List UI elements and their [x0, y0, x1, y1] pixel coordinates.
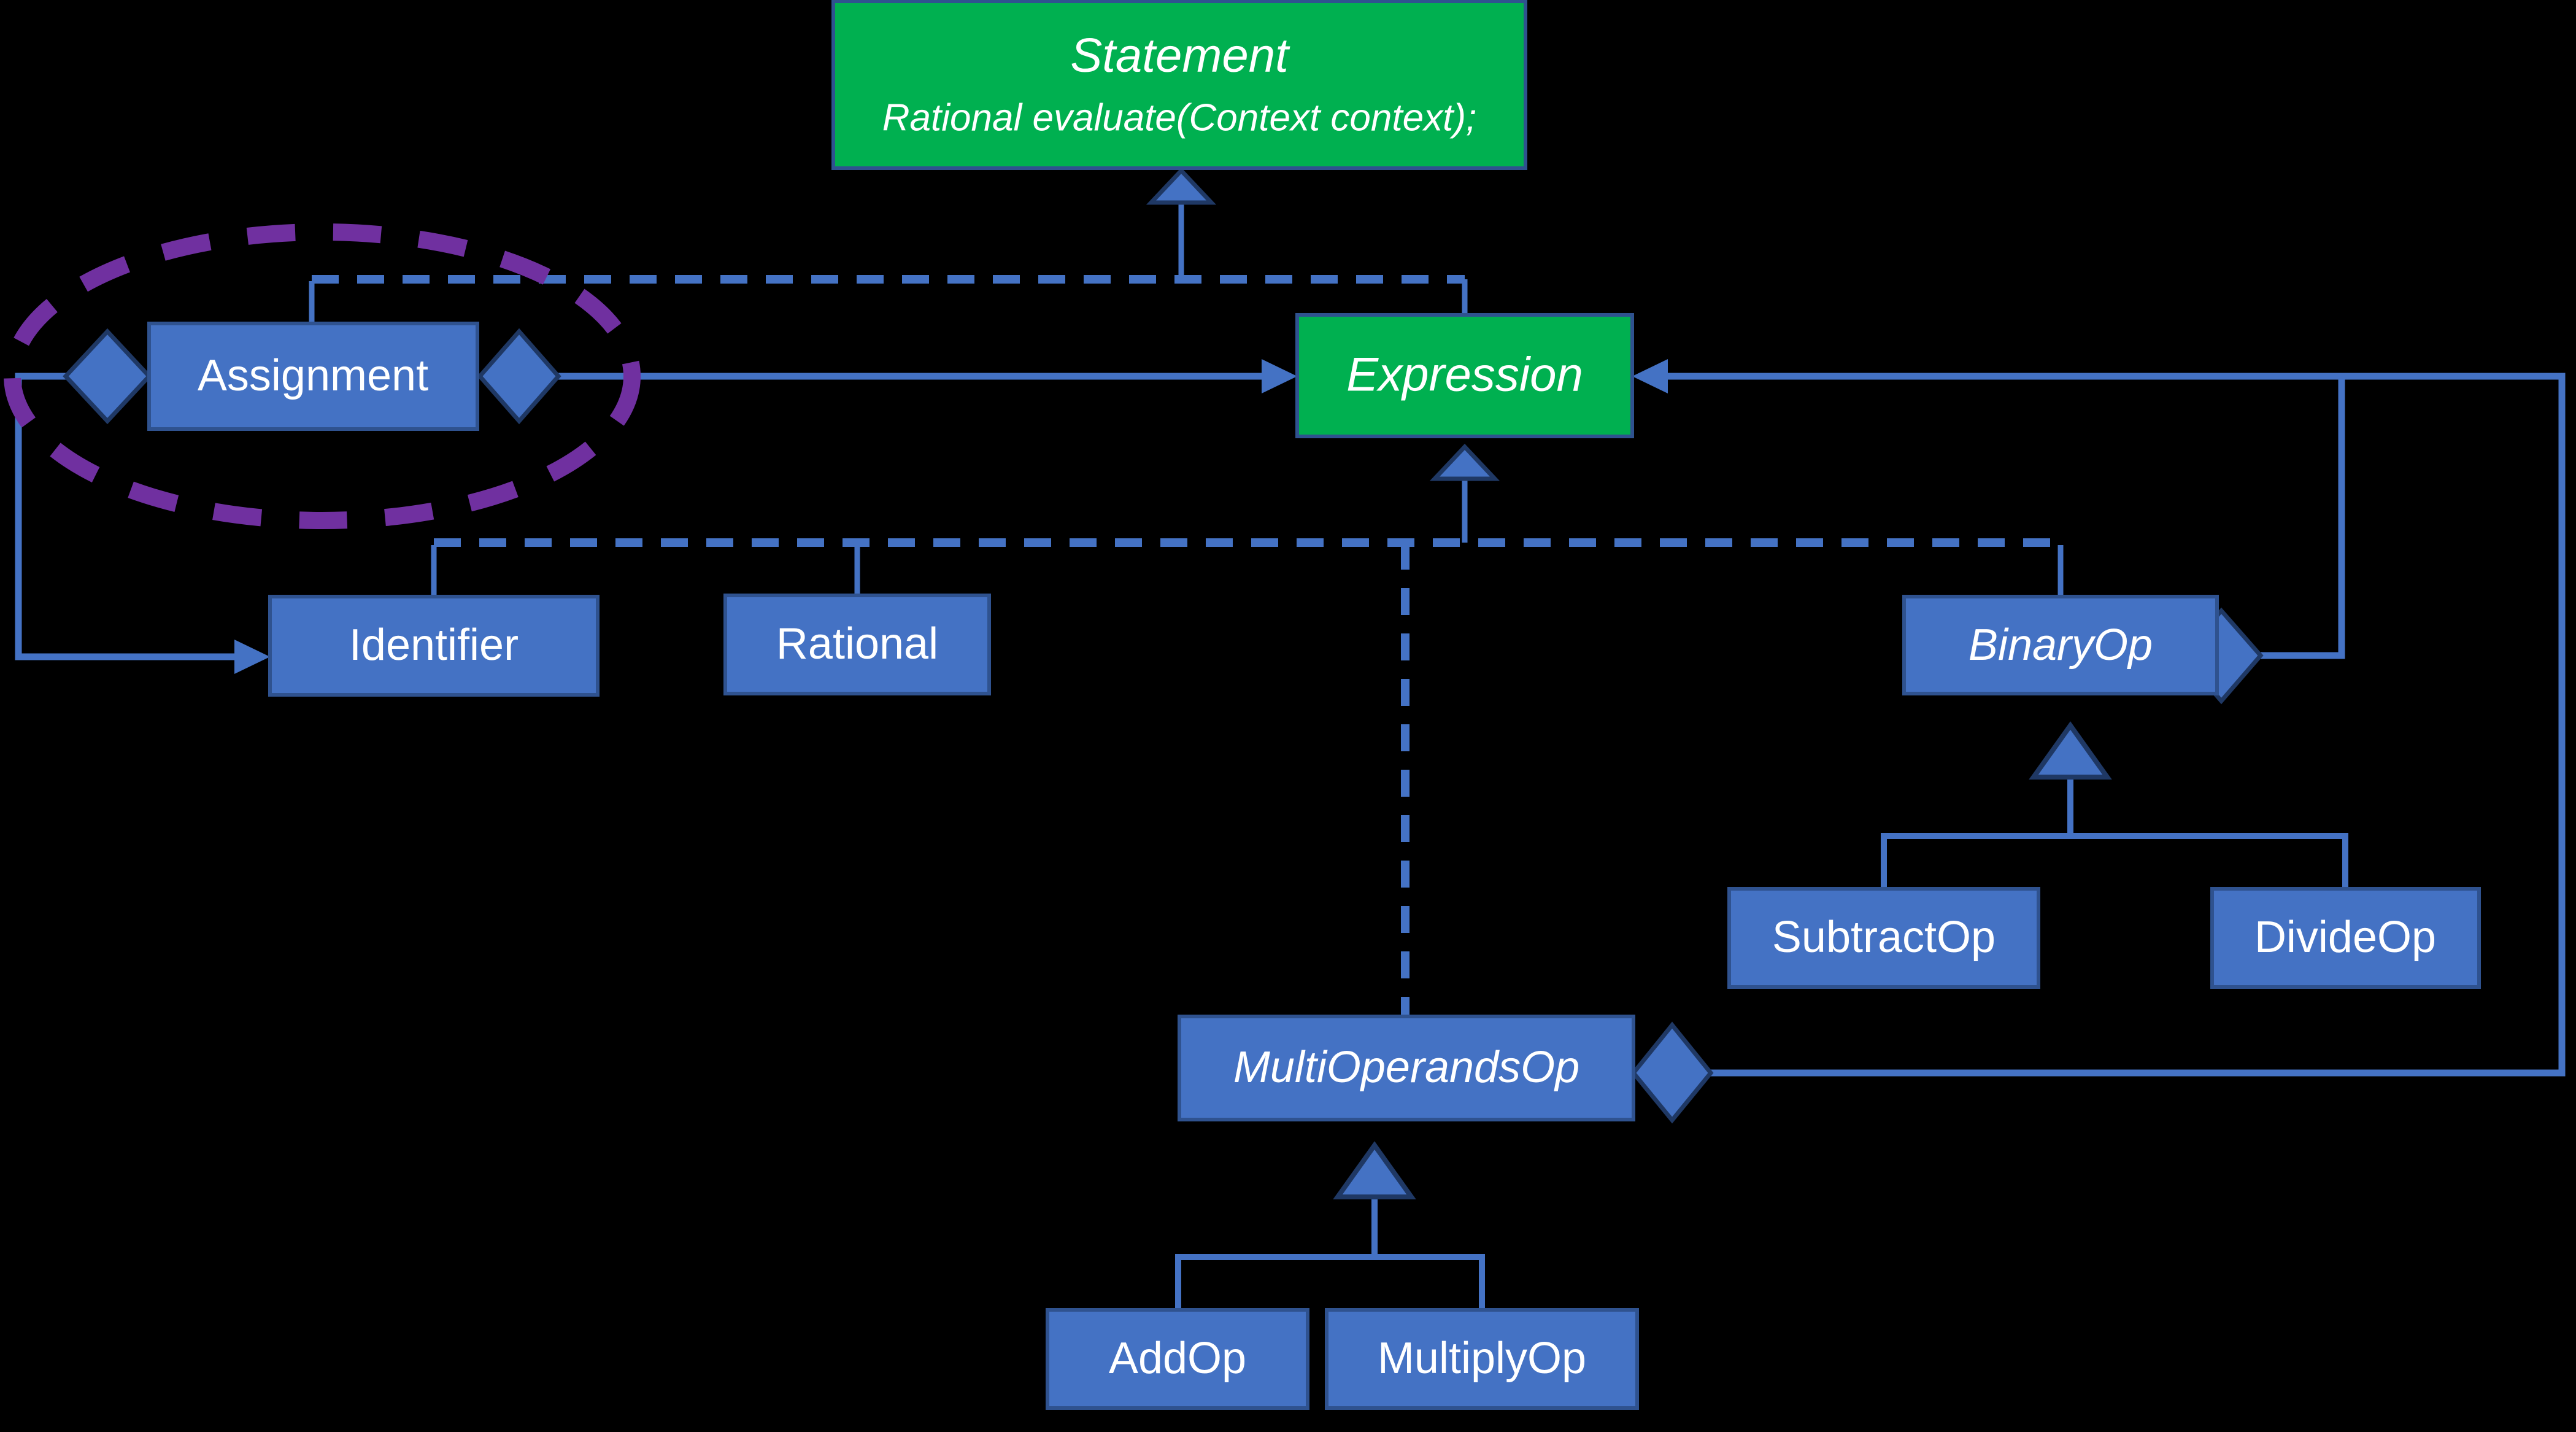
- generalization-arrow-binaryop: [2029, 721, 2112, 780]
- rel-realization-to-statement: [309, 167, 1468, 323]
- assignment-name: Assignment: [198, 351, 428, 400]
- class-box-multioperandsop[interactable]: MultiOperandsOp: [1178, 1015, 1635, 1121]
- class-box-subtractop[interactable]: SubtractOp: [1727, 887, 2040, 989]
- class-box-rational[interactable]: Rational: [723, 594, 991, 695]
- rel-generalization-multioperandsop: [1175, 1141, 1485, 1310]
- class-box-addop[interactable]: AddOp: [1046, 1308, 1309, 1410]
- association-arrowhead-expression-right: [1632, 359, 1668, 393]
- uml-class-diagram: Statement Rational evaluate(Context cont…: [0, 0, 2576, 1432]
- expression-name: Expression: [1346, 347, 1583, 401]
- class-box-multiplyop[interactable]: MultiplyOp: [1325, 1308, 1639, 1410]
- association-arrowhead-identifier: [234, 640, 270, 674]
- generalization-arrow-multioperandsop: [1333, 1141, 1416, 1199]
- association-arrowhead-expression-left: [1262, 359, 1297, 393]
- addop-name: AddOp: [1109, 1334, 1246, 1383]
- binaryop-name: BinaryOp: [1969, 621, 2153, 670]
- rel-aggregation-multioperandsop-expression: [1630, 373, 2566, 1124]
- class-box-statement[interactable]: Statement Rational evaluate(Context cont…: [831, 0, 1527, 170]
- aggregation-diamond-multioperandsop: [1630, 1021, 1714, 1124]
- multioperandsop-name: MultiOperandsOp: [1233, 1043, 1579, 1092]
- aggregation-diamond-assignment-right: [477, 328, 561, 425]
- statement-rect: [831, 0, 1527, 170]
- aggregation-diamond-assignment-left: [63, 328, 152, 425]
- rel-aggregation-assignment-expression: [477, 328, 1297, 425]
- generalization-arrow-expression: [1429, 443, 1500, 481]
- rel-generalization-binaryop: [1881, 721, 2348, 889]
- class-box-divideop[interactable]: DivideOp: [2210, 887, 2481, 989]
- class-box-identifier[interactable]: Identifier: [268, 595, 600, 697]
- statement-method: Rational evaluate(Context context);: [882, 96, 1476, 139]
- rational-name: Rational: [776, 619, 938, 668]
- diagram-canvas: Statement Rational evaluate(Context cont…: [4, 0, 2566, 1410]
- class-box-assignment[interactable]: Assignment: [147, 322, 479, 431]
- divideop-name: DivideOp: [2254, 913, 2436, 962]
- class-box-binaryop[interactable]: BinaryOp: [1902, 595, 2219, 695]
- identifier-name: Identifier: [349, 621, 519, 670]
- statement-name: Statement: [1070, 28, 1290, 82]
- generalization-arrow-statement: [1146, 167, 1217, 205]
- subtractop-name: SubtractOp: [1772, 913, 1996, 962]
- class-box-expression[interactable]: Expression: [1295, 313, 1634, 438]
- multiplyop-name: MultiplyOp: [1378, 1334, 1586, 1383]
